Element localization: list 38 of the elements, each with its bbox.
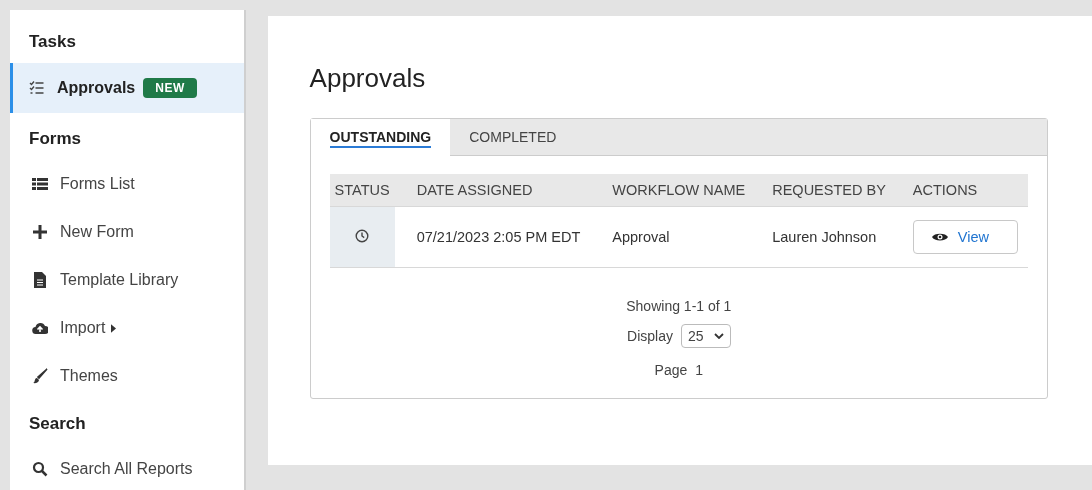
page-number: 1 bbox=[695, 362, 704, 378]
results-summary: Showing 1-1 of 1 bbox=[626, 298, 732, 314]
table-cell: Lauren Johnson bbox=[750, 206, 891, 268]
new-badge: NEW bbox=[143, 78, 197, 98]
page-size-select[interactable]: 25 bbox=[680, 324, 731, 348]
clock-icon bbox=[355, 228, 370, 243]
checklist-icon bbox=[29, 80, 45, 96]
brush-icon bbox=[32, 368, 48, 384]
column-header: WORKFLOW NAME bbox=[590, 174, 751, 207]
list-icon bbox=[32, 176, 48, 192]
page-title: Approvals bbox=[309, 63, 427, 94]
view-button[interactable]: View bbox=[912, 220, 1018, 254]
tab[interactable]: COMPLETED bbox=[450, 119, 576, 156]
document-icon bbox=[32, 272, 48, 288]
section-heading: Search bbox=[28, 414, 87, 435]
column-header: STATUS bbox=[329, 174, 395, 207]
column-header: REQUESTED BY bbox=[750, 174, 891, 207]
column-header: DATE ASSIGNED bbox=[394, 174, 591, 207]
search-icon bbox=[32, 461, 48, 477]
sidebar-item[interactable]: Approvals NEW bbox=[10, 63, 244, 113]
page-label: Page bbox=[654, 362, 688, 378]
sidebar-item[interactable]: Themes bbox=[10, 352, 244, 400]
sidebar-item[interactable]: Forms List bbox=[10, 160, 244, 208]
plus-icon bbox=[32, 224, 48, 240]
sidebar-item[interactable]: Import bbox=[10, 304, 244, 352]
chevron-down-icon bbox=[713, 333, 724, 339]
column-header: ACTIONS bbox=[890, 174, 1028, 207]
display-label: Display bbox=[627, 328, 673, 344]
sidebar-item[interactable]: Search All Reports bbox=[10, 445, 244, 490]
sidebar-item[interactable]: New Form bbox=[10, 208, 244, 256]
table-cell: Approval bbox=[590, 206, 751, 268]
caret-icon bbox=[111, 323, 117, 333]
eye-icon bbox=[931, 231, 948, 243]
section-heading: Tasks bbox=[28, 32, 77, 53]
cloud-upload-icon bbox=[32, 320, 48, 336]
sidebar-item[interactable]: Template Library bbox=[10, 256, 244, 304]
table-cell: 07/21/2023 2:05 PM EDT bbox=[394, 206, 591, 268]
section-heading: Forms bbox=[28, 129, 82, 150]
